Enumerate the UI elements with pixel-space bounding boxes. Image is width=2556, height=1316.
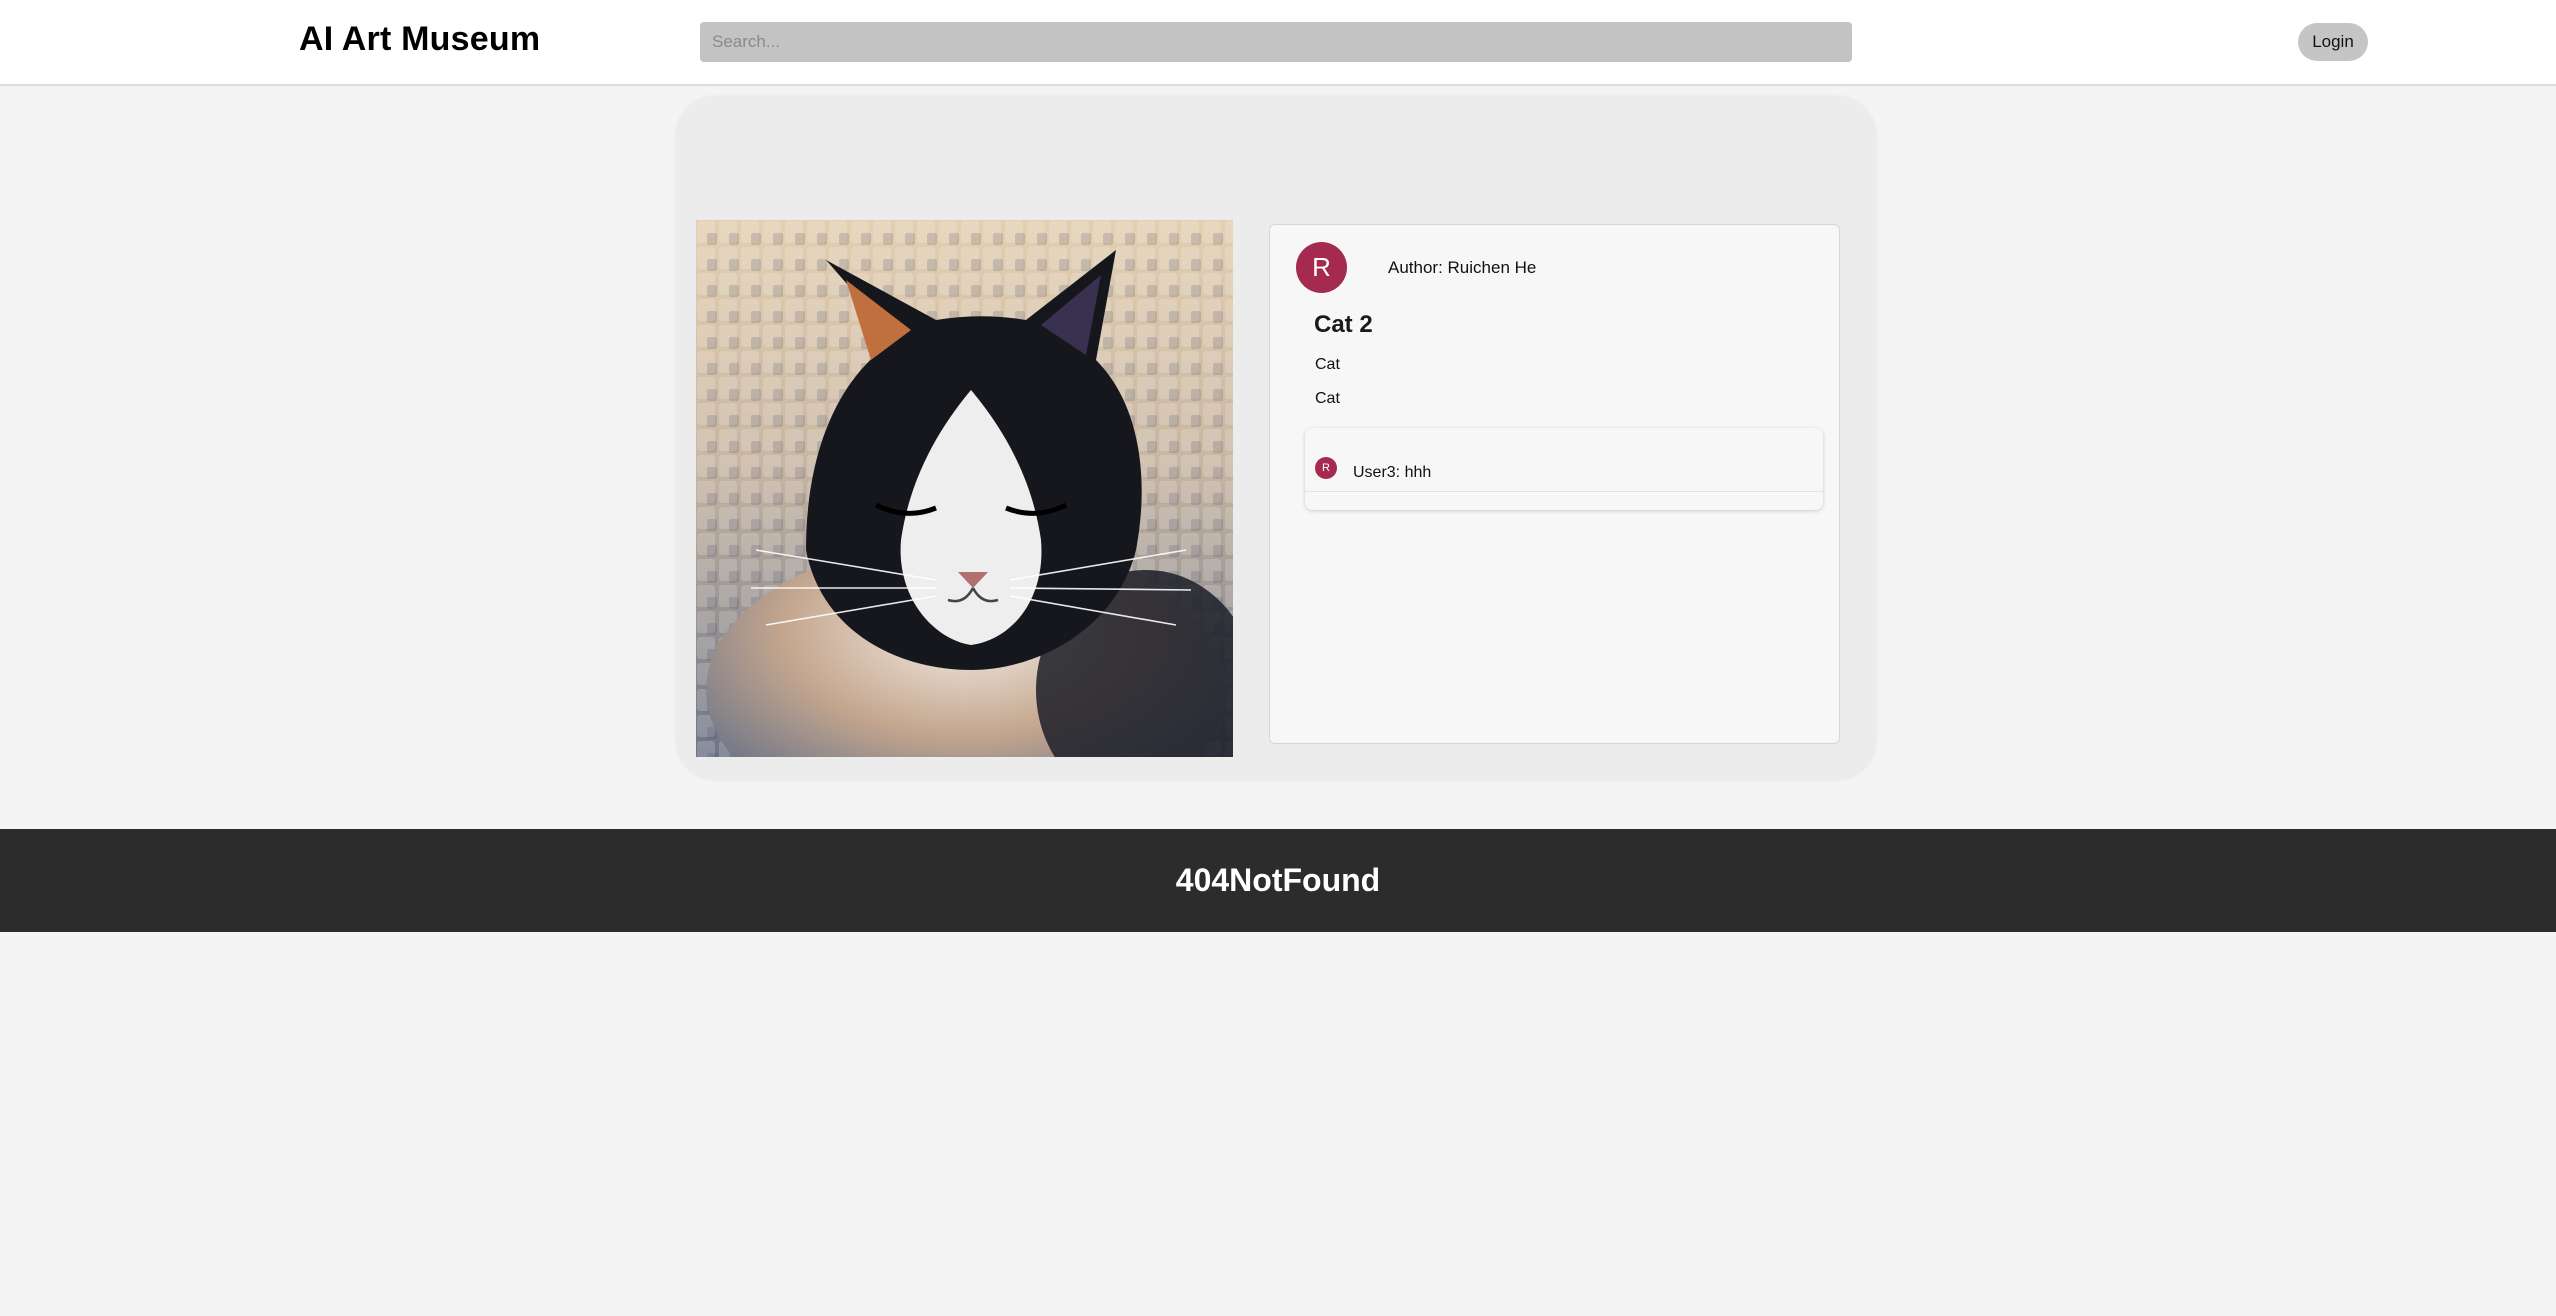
artwork-image: [696, 220, 1233, 757]
search-input[interactable]: [700, 22, 1852, 62]
top-navigation-bar: AI Art Museum Login: [0, 0, 2556, 86]
author-avatar[interactable]: R: [1296, 242, 1347, 293]
footer-title: 404NotFound: [1175, 862, 1381, 898]
artwork-info-panel: R Author: Ruichen He Cat 2 Cat Cat R Use…: [1269, 224, 1840, 744]
comment-text: User3: hhh: [1353, 464, 1432, 481]
commenter-avatar[interactable]: R: [1315, 457, 1337, 479]
artwork-description: Cat: [1315, 390, 1340, 407]
comment-item: R User3: hhh: [1305, 448, 1823, 492]
author-name: Author: Ruichen He: [1388, 258, 1537, 277]
artwork-tag: Cat: [1315, 356, 1340, 373]
site-logo-title[interactable]: AI Art Museum: [299, 20, 540, 59]
cat-painting-image: [696, 220, 1233, 757]
login-button[interactable]: Login: [2298, 23, 2368, 61]
comments-section: R User3: hhh: [1305, 428, 1823, 510]
artwork-title: Cat 2: [1314, 311, 1373, 338]
page-footer: 404NotFound: [0, 829, 2556, 932]
